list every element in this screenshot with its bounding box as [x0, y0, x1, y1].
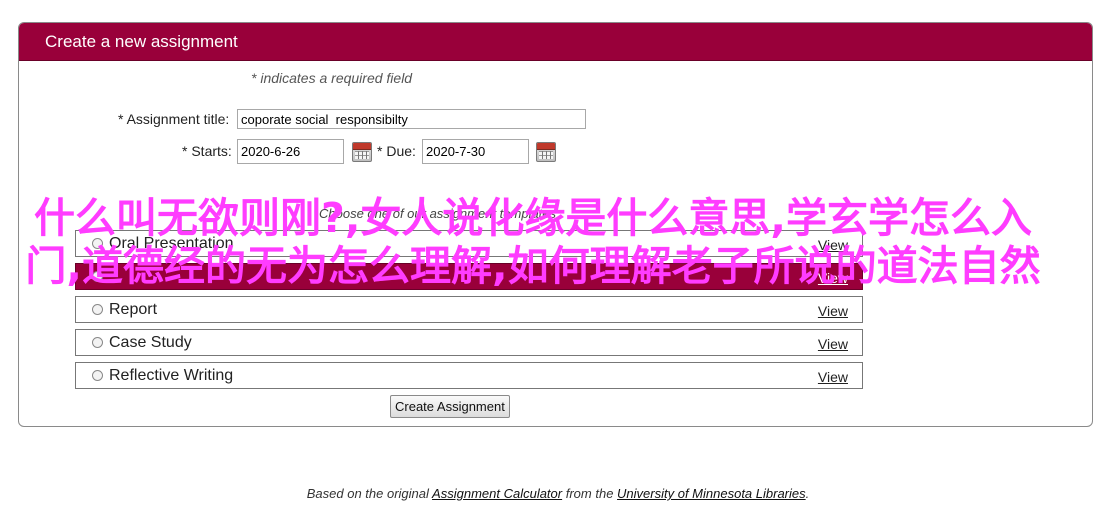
due-calendar-icon[interactable]	[536, 142, 556, 162]
view-link[interactable]: View	[818, 237, 848, 253]
umn-libraries-link[interactable]: University of Minnesota Libraries	[617, 486, 806, 501]
template-name: Case Study	[109, 334, 192, 351]
view-link[interactable]: View	[818, 270, 848, 286]
view-link[interactable]: View	[818, 369, 848, 385]
assignment-panel: Create a new assignment * indicates a re…	[18, 22, 1093, 427]
footer-middle: from the	[565, 486, 614, 501]
radio-icon[interactable]	[92, 238, 103, 249]
footer-credit: Based on the original Assignment Calcula…	[0, 486, 1116, 501]
radio-icon[interactable]	[92, 304, 103, 315]
template-hint: Choose one of our assignment templates	[319, 206, 557, 221]
radio-icon[interactable]	[92, 337, 103, 348]
template-option-oral-presentation[interactable]: Oral Presentation View	[75, 230, 863, 257]
create-assignment-button[interactable]: Create Assignment	[390, 395, 510, 418]
assignment-title-label: * Assignment title:	[118, 111, 230, 127]
assignment-title-input[interactable]	[237, 109, 586, 129]
required-field-note: * indicates a required field	[251, 70, 413, 86]
template-option-selected[interactable]: View	[75, 263, 863, 290]
starts-label: * Starts:	[182, 143, 232, 159]
footer-prefix: Based on the original	[306, 486, 429, 501]
radio-icon[interactable]	[92, 370, 103, 381]
template-name: Reflective Writing	[109, 367, 234, 384]
assignment-calculator-link[interactable]: Assignment Calculator	[432, 486, 562, 501]
template-option-report[interactable]: Report View	[75, 296, 863, 323]
template-name: Report	[109, 301, 158, 318]
due-label: * Due:	[377, 143, 416, 159]
footer-suffix: .	[805, 486, 810, 501]
radio-icon[interactable]	[92, 271, 103, 282]
view-link[interactable]: View	[818, 303, 848, 319]
due-date-input[interactable]	[422, 139, 529, 164]
template-option-case-study[interactable]: Case Study View	[75, 329, 863, 356]
template-name: Oral Presentation	[109, 235, 234, 252]
panel-title: Create a new assignment	[19, 23, 1092, 61]
template-option-reflective-writing[interactable]: Reflective Writing View	[75, 362, 863, 389]
starts-calendar-icon[interactable]	[352, 142, 372, 162]
view-link[interactable]: View	[818, 336, 848, 352]
starts-date-input[interactable]	[237, 139, 344, 164]
